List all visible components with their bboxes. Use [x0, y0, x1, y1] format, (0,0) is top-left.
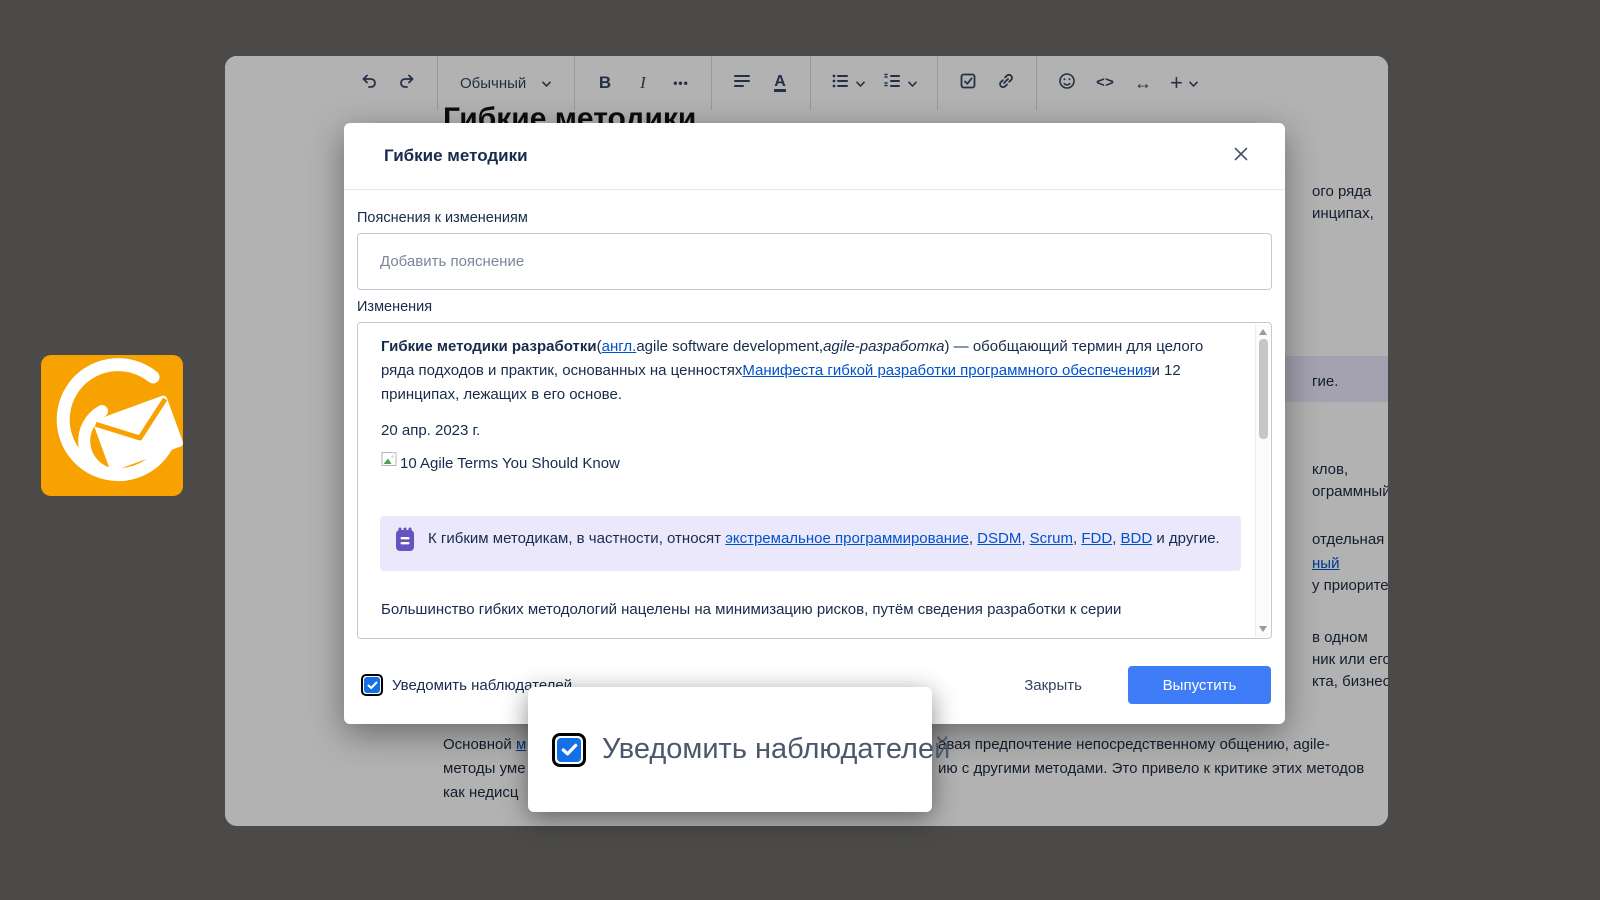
preview-paragraph: Гибкие методики разработки(англ.agile so… — [381, 335, 1229, 407]
dialog-header: Гибкие методики — [344, 123, 1285, 190]
dialog-title: Гибкие методики — [384, 146, 528, 166]
changes-label: Изменения — [357, 299, 1272, 315]
mail-app-icon[interactable] — [41, 355, 183, 496]
dialog-body: Пояснения к изменениям Изменения Гибкие … — [344, 210, 1285, 639]
preview-date: 20 апр. 2023 г. — [381, 419, 1229, 443]
preview-link[interactable]: экстремальное программирование — [725, 530, 969, 547]
preview-link[interactable]: DSDM — [977, 530, 1021, 547]
preview-clipped-line: Большинство гибких методологий нацелены … — [381, 598, 1229, 622]
image-alt-text: 10 Agile Terms You Should Know — [400, 452, 620, 476]
checkbox-check-icon — [557, 738, 581, 762]
magnified-notify-label: Уведомить наблюдателей — [602, 733, 950, 766]
preview-link[interactable]: Scrum — [1030, 530, 1073, 547]
scroll-down-arrow-icon[interactable] — [1259, 626, 1267, 632]
scrollbar-thumb[interactable] — [1259, 339, 1268, 439]
note-icon — [394, 527, 416, 560]
preview-link[interactable]: FDD — [1081, 530, 1112, 547]
preview-content: Гибкие методики разработки(англ.agile so… — [358, 323, 1255, 638]
checkbox-check-icon — [364, 677, 380, 693]
preview-info-panel: К гибким методикам, в частности, относят… — [380, 516, 1241, 571]
close-icon — [1233, 146, 1249, 167]
preview-scrollbar[interactable] — [1255, 324, 1270, 637]
preview-link[interactable]: англ. — [602, 338, 637, 355]
changes-preview[interactable]: Гибкие методики разработки(англ.agile so… — [357, 322, 1272, 639]
close-button[interactable] — [1227, 142, 1255, 170]
scroll-up-arrow-icon[interactable] — [1259, 329, 1267, 335]
panel-text: К гибким методикам, в частности, относят… — [428, 527, 1220, 560]
broken-image-icon — [381, 451, 398, 476]
notify-watchers-checkbox[interactable] — [361, 674, 383, 696]
comment-input[interactable] — [357, 233, 1272, 290]
publish-button[interactable]: Выпустить — [1128, 666, 1271, 704]
magnified-notify-checkbox[interactable] — [552, 733, 586, 767]
preview-image-line: 10 Agile Terms You Should Know — [381, 451, 1229, 476]
magnifier-popup: Уведомить наблюдателей — [528, 687, 932, 812]
preview-link[interactable]: Манифеста гибкой разработки программного… — [742, 362, 1151, 379]
preview-link[interactable]: BDD — [1121, 530, 1153, 547]
close-dialog-button[interactable]: Закрыть — [1012, 669, 1094, 702]
comment-label: Пояснения к изменениям — [357, 210, 1272, 226]
publish-dialog: Гибкие методики Пояснения к изменениям И… — [344, 123, 1285, 724]
